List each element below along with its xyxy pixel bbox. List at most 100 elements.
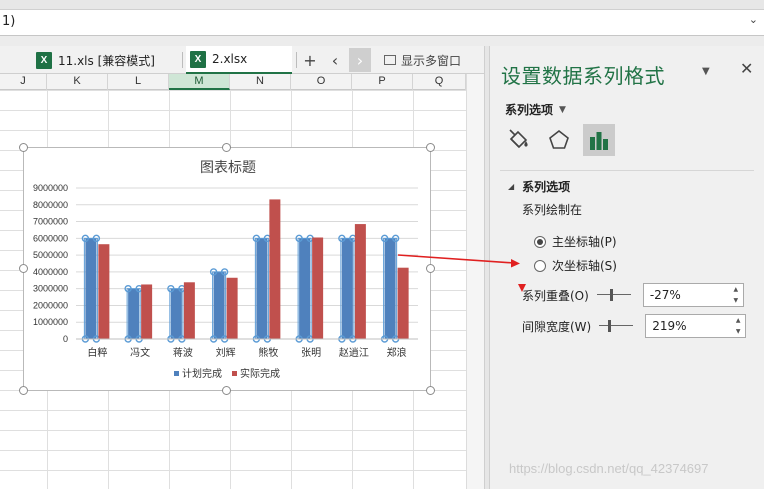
y-tick-label: 9000000 [33, 183, 68, 193]
formula-bar[interactable]: 1) ⌄ [0, 10, 764, 36]
effects-tab[interactable] [543, 124, 575, 156]
bar-planned [341, 238, 353, 339]
vertical-scrollbar[interactable] [466, 74, 484, 489]
slider-track [596, 294, 631, 295]
tab-divider [296, 52, 297, 68]
chart-resize-handle-bc[interactable] [222, 386, 231, 395]
chart-resize-handle-ml[interactable] [19, 264, 28, 273]
bar-actual [141, 284, 153, 339]
spin-down-icon[interactable]: ▼ [736, 328, 741, 335]
bar-actual [183, 282, 195, 339]
bar-planned [299, 238, 311, 339]
y-tick-label: 1000000 [33, 317, 68, 327]
primary-axis-option[interactable]: 主坐标轴(P) [534, 233, 617, 250]
window-icon [384, 55, 396, 65]
chart-resize-handle-tr[interactable] [426, 143, 435, 152]
gap-width-row: 间隙宽度(W) 219% ▲ ▼ [522, 314, 747, 338]
series-options-tab[interactable] [583, 124, 615, 156]
multi-window-label: 显示多窗口 [401, 53, 462, 68]
bar-planned [256, 238, 268, 339]
spin-up-icon[interactable]: ▲ [736, 317, 741, 324]
spin-up-icon[interactable]: ▲ [734, 286, 739, 293]
bar-planned [213, 271, 225, 339]
x-tick-label: 白粹 [87, 346, 107, 359]
column-header-row: J K L M N O P Q [0, 74, 466, 90]
chart-canvas[interactable]: 图表标题 0 1000000 2000000 3000000 4000000 5000000… [24, 148, 432, 392]
series-overlap-spinner[interactable]: -27% ▲ ▼ [642, 283, 744, 307]
close-icon[interactable]: ✕ [740, 59, 753, 78]
y-tick-label: 6000000 [33, 233, 68, 243]
gap-width-label: 间隙宽度(W) [522, 319, 592, 334]
series-options-section-toggle[interactable]: ◢ 系列选项 [508, 178, 570, 195]
chart-area[interactable]: 图表标题 0 1000000 2000000 3000000 4000000 5000000… [23, 147, 431, 391]
primary-axis-radio[interactable] [534, 235, 546, 248]
fill-line-tab[interactable] [503, 124, 535, 156]
series-overlap-value[interactable]: -27% [650, 288, 681, 302]
excel-file-icon: X [36, 51, 52, 69]
column-header-p[interactable]: P [352, 74, 413, 90]
y-tick-label: 4000000 [33, 267, 68, 277]
chart-resize-handle-mr[interactable] [426, 264, 435, 273]
panel-menu-dropdown-icon[interactable]: ▼ [702, 66, 710, 77]
add-tab-button[interactable]: + [299, 48, 321, 72]
x-tick-label: 熊牧 [258, 346, 278, 359]
bar-planned [85, 238, 97, 339]
column-header-n[interactable]: N [230, 74, 291, 90]
collapse-triangle-icon: ◢ [508, 182, 515, 191]
slider-track [599, 325, 634, 326]
bar-chart-icon [590, 132, 608, 150]
y-tick-label: 5000000 [33, 250, 68, 260]
show-multi-window-button[interactable]: 显示多窗口 [384, 46, 461, 74]
secondary-axis-option[interactable]: 次坐标轴(S) [534, 257, 617, 274]
column-header-l[interactable]: L [108, 74, 169, 90]
secondary-axis-radio[interactable] [534, 259, 546, 272]
section-title: 系列选项 [522, 180, 571, 194]
series-overlap-row: 系列重叠(O) -27% ▲ ▼ [522, 283, 744, 307]
watermark-text: https://blog.csdn.net/qq_42374697 [509, 461, 709, 476]
paint-bucket-icon [509, 129, 528, 149]
column-header-q[interactable]: Q [413, 74, 466, 90]
next-tab-button[interactable]: › [349, 48, 371, 72]
series-options-dropdown[interactable]: 系列选项 ▼ [505, 101, 566, 118]
prev-tab-button[interactable]: ‹ [324, 48, 346, 72]
chart-resize-handle-bl[interactable] [19, 386, 28, 395]
chart-resize-handle-tl[interactable] [19, 143, 28, 152]
caret-down-icon: ▼ [559, 104, 566, 115]
series-options-label: 系列选项 [505, 103, 554, 117]
slider-thumb[interactable] [608, 320, 612, 332]
tab-label: 2.xlsx [212, 52, 248, 66]
x-tick-label: 张明 [301, 347, 321, 359]
spin-down-icon[interactable]: ▼ [734, 297, 739, 304]
spinner-arrows[interactable]: ▲ ▼ [729, 284, 743, 306]
y-tick-label: 2000000 [33, 300, 68, 310]
y-tick-label: 8000000 [33, 200, 68, 210]
column-header-o[interactable]: O [291, 74, 352, 90]
formula-expand-icon[interactable]: ⌄ [749, 13, 758, 26]
x-tick-label: 郑浪 [387, 346, 407, 359]
slider-thumb[interactable] [609, 289, 613, 301]
window-top-strip [0, 0, 764, 10]
legend-swatch [174, 371, 179, 376]
workbook-tab-2xlsx[interactable]: X 2.xlsx [186, 46, 292, 74]
chart-resize-handle-br[interactable] [426, 386, 435, 395]
column-header-j[interactable]: J [0, 74, 47, 90]
gap-width-slider[interactable] [599, 319, 634, 333]
workbook-tab-11xls[interactable]: X 11.xls [兼容模式] [32, 46, 182, 74]
x-tick-label: 冯文 [130, 346, 150, 359]
plot-series-on-label: 系列绘制在 [522, 203, 583, 217]
primary-axis-label: 主坐标轴(P) [552, 235, 617, 249]
column-header-k[interactable]: K [47, 74, 108, 90]
series-overlap-slider[interactable] [596, 288, 631, 302]
panel-title: 设置数据系列格式 [501, 64, 665, 88]
column-header-m[interactable]: M [169, 74, 230, 90]
legend-label: 计划完成 [182, 367, 222, 380]
gap-width-value[interactable]: 219% [652, 319, 686, 333]
bar-actual [98, 244, 110, 339]
ribbon-gap [0, 36, 764, 46]
legend-label: 实际完成 [240, 367, 280, 380]
gap-width-spinner[interactable]: 219% ▲ ▼ [645, 314, 747, 338]
bar-actual [226, 277, 238, 339]
spinner-arrows[interactable]: ▲ ▼ [731, 315, 745, 337]
chart-resize-handle-tc[interactable] [222, 143, 231, 152]
formula-text[interactable]: 1) [2, 14, 15, 29]
